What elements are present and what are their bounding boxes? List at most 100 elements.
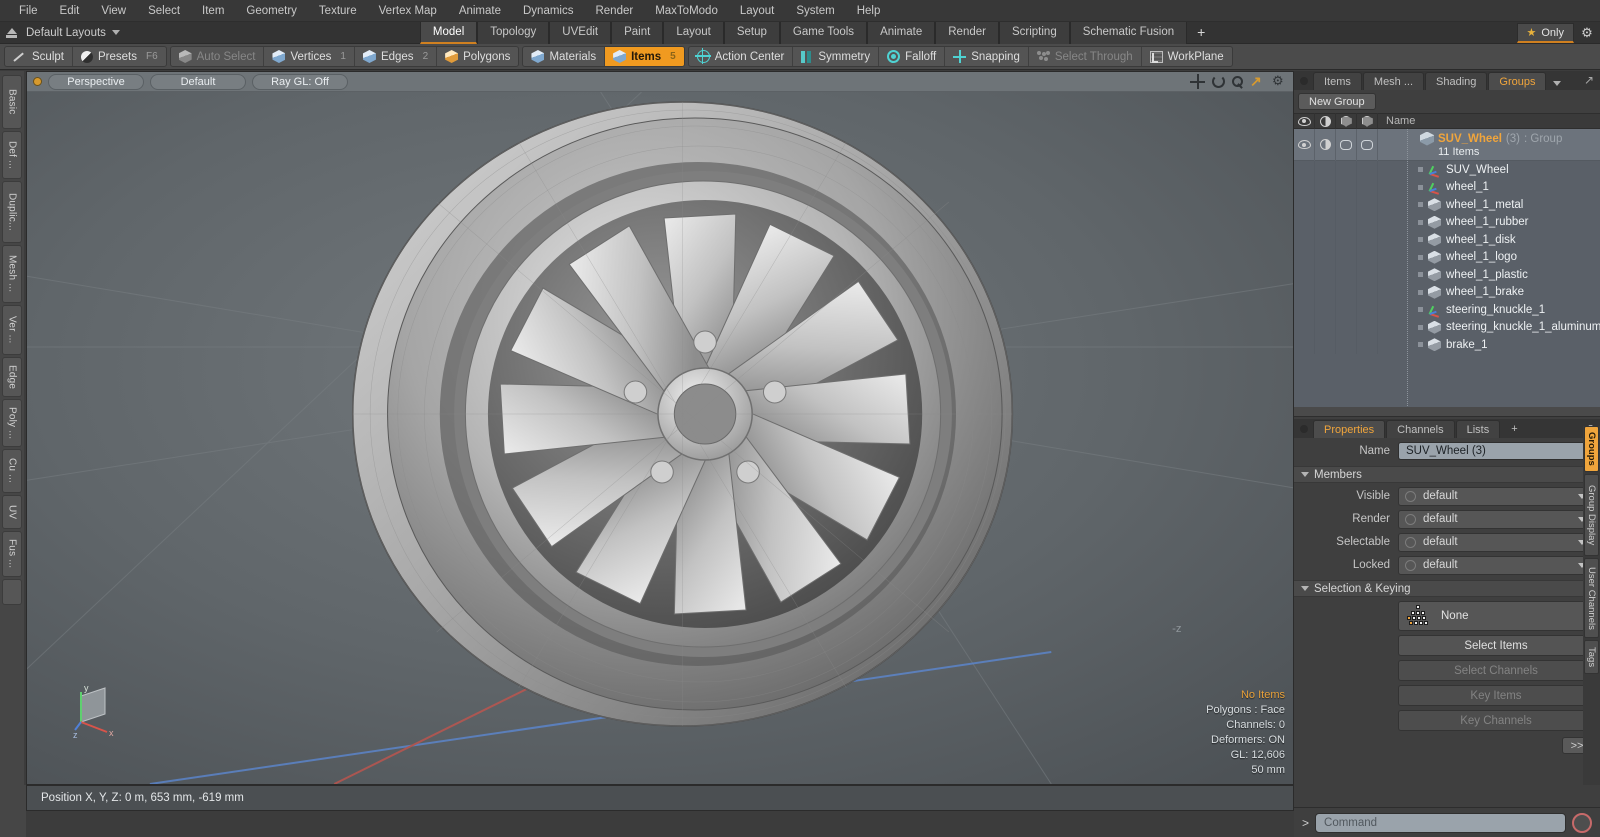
radio-icon[interactable] (1405, 559, 1416, 571)
polygons-button[interactable]: Polygons (436, 47, 518, 66)
radio-icon[interactable] (1405, 536, 1416, 548)
list-item[interactable]: wheel_1_metal (1294, 196, 1600, 214)
vtab-groups[interactable]: Groups (1584, 426, 1599, 472)
vtab-tags[interactable]: Tags (1584, 640, 1599, 674)
group-row-suv-wheel[interactable]: SUV_Wheel (3) : Group 11 Items (1294, 129, 1600, 161)
edges-button[interactable]: Edges 2 (353, 47, 436, 66)
group-wireframe-toggle[interactable] (1336, 129, 1357, 161)
list-item[interactable]: wheel_1_rubber (1294, 213, 1600, 231)
panel-menu-dot-icon[interactable] (1300, 77, 1308, 85)
selection-set-dropdown[interactable]: None (1398, 601, 1594, 631)
tab-items[interactable]: Items (1313, 72, 1362, 90)
list-horizontal-scrollbar[interactable] (1294, 407, 1600, 416)
viewport[interactable]: Perspective Default Ray GL: Off ↗ ⚙ -z y… (26, 71, 1294, 785)
sculpt-button[interactable]: Sculpt (5, 47, 72, 66)
vertices-button[interactable]: Vertices 1 (263, 47, 353, 66)
menu-texture[interactable]: Texture (308, 0, 368, 22)
tab-animate[interactable]: Animate (867, 21, 936, 44)
menu-help[interactable]: Help (846, 0, 892, 22)
left-tab-uv[interactable]: UV (2, 495, 22, 529)
viewport-raygl-selector[interactable]: Ray GL: Off (252, 73, 348, 90)
materials-button[interactable]: Materials (523, 47, 604, 66)
left-tab-fusion[interactable]: Fus ... (2, 531, 22, 577)
presets-button[interactable]: Presets F6 (71, 47, 166, 66)
viewport-gear-icon[interactable]: ⚙ (1272, 74, 1287, 89)
viewport-canvas[interactable]: -z y x z No Items Polygons: Face Channe… (27, 92, 1293, 784)
list-item[interactable]: brake_1 (1294, 336, 1600, 354)
left-tab-curve[interactable]: Cu ... (2, 449, 22, 493)
list-item[interactable]: SUV_Wheel (1294, 161, 1600, 179)
tab-shading[interactable]: Shading (1425, 72, 1488, 90)
wheel-model[interactable] (27, 92, 1293, 784)
group-item-list[interactable]: SUV_Wheel (3) : Group 11 Items SUV_Wheel (1294, 129, 1600, 417)
vtab-user-channels[interactable]: User Channels (1584, 558, 1599, 638)
column-wireframe[interactable] (1336, 113, 1357, 129)
layout-selector-label[interactable]: Default Layouts (26, 27, 109, 39)
menu-layout[interactable]: Layout (729, 0, 786, 22)
tab-mesh[interactable]: Mesh ... (1362, 72, 1425, 90)
render-dropdown[interactable]: default (1398, 509, 1594, 529)
select-channels-button[interactable]: Select Channels (1398, 660, 1594, 681)
menu-vertex-map[interactable]: Vertex Map (368, 0, 448, 22)
left-tab-duplicate[interactable]: Duplic... (2, 181, 22, 243)
menu-animate[interactable]: Animate (448, 0, 512, 22)
tab-scripting[interactable]: Scripting (998, 21, 1070, 44)
select-through-button[interactable]: Select Through (1027, 47, 1141, 66)
tab-layout[interactable]: Layout (663, 21, 724, 44)
tab-schematic-fusion[interactable]: Schematic Fusion (1069, 21, 1188, 44)
key-channels-button[interactable]: Key Channels (1398, 710, 1594, 731)
tab-groups[interactable]: Groups (1488, 72, 1547, 90)
command-input[interactable]: Command (1315, 812, 1566, 833)
fit-icon[interactable]: ↗ (1250, 74, 1265, 89)
auto-select-button[interactable]: Auto Select (171, 47, 264, 66)
tab-uvedit[interactable]: UVEdit (549, 21, 612, 44)
group-visibility-toggle[interactable] (1294, 129, 1315, 161)
falloff-button[interactable]: Falloff (878, 47, 944, 66)
visible-dropdown[interactable]: default (1398, 486, 1594, 506)
add-properties-tab-button[interactable]: + (1501, 420, 1527, 438)
tab-setup[interactable]: Setup (723, 21, 780, 44)
select-items-button[interactable]: Select Items (1398, 635, 1594, 656)
menu-maxtomodo[interactable]: MaxToModo (644, 0, 729, 22)
properties-menu-dot-icon[interactable] (1300, 425, 1308, 433)
left-tab-mesh[interactable]: Mesh ... (2, 245, 22, 303)
tab-game-tools[interactable]: Game Tools (779, 21, 868, 44)
viewport-projection-selector[interactable]: Perspective (48, 73, 144, 90)
menu-render[interactable]: Render (584, 0, 644, 22)
symmetry-button[interactable]: Symmetry (792, 47, 878, 66)
menu-select[interactable]: Select (137, 0, 191, 22)
panel-expand-icon[interactable]: ↗ (1584, 73, 1594, 87)
group-shading-toggle[interactable] (1315, 129, 1336, 161)
panel-tabs-chevron-down-icon[interactable] (1553, 81, 1562, 86)
left-tab-basic[interactable]: Basic (2, 75, 22, 129)
workplane-button[interactable]: WorkPlane (1140, 47, 1232, 66)
left-tab-edge[interactable]: Edge (2, 357, 22, 397)
snapping-button[interactable]: Snapping (944, 47, 1028, 66)
list-item[interactable]: wheel_1_brake (1294, 283, 1600, 301)
tab-lists[interactable]: Lists (1455, 420, 1501, 438)
list-item[interactable]: steering_knuckle_1_aluminum (1294, 318, 1600, 336)
left-tab-polygon[interactable]: Poly ... (2, 399, 22, 447)
tab-render[interactable]: Render (935, 21, 999, 44)
move-icon[interactable] (1190, 74, 1205, 89)
left-tab-extra[interactable] (2, 579, 22, 605)
name-input[interactable]: SUV_Wheel (3) (1398, 442, 1594, 460)
add-tab-button[interactable]: + (1187, 22, 1215, 44)
tab-paint[interactable]: Paint (611, 21, 664, 44)
radio-icon[interactable] (1405, 513, 1416, 525)
menu-view[interactable]: View (90, 0, 137, 22)
menu-file[interactable]: File (8, 0, 49, 22)
viewport-menu-dot-icon[interactable] (33, 77, 42, 86)
menu-edit[interactable]: Edit (49, 0, 91, 22)
radio-icon[interactable] (1405, 490, 1416, 502)
left-tab-vertex[interactable]: Ver ... (2, 305, 22, 355)
tab-channels[interactable]: Channels (1386, 420, 1455, 438)
chevron-down-icon[interactable] (111, 30, 120, 35)
list-item[interactable]: wheel_1_plastic (1294, 266, 1600, 284)
locked-dropdown[interactable]: default (1398, 555, 1594, 575)
new-group-button[interactable]: New Group (1298, 93, 1376, 110)
record-icon[interactable] (1572, 812, 1592, 833)
column-shading[interactable] (1315, 113, 1336, 129)
only-toggle-button[interactable]: ★ Only (1516, 23, 1574, 43)
settings-button[interactable]: ⚙ (1574, 22, 1600, 44)
